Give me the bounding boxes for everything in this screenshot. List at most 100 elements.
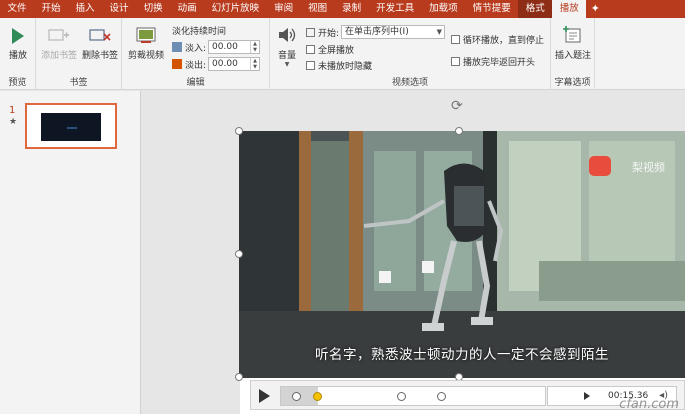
hide-label: 未播放时隐藏 bbox=[318, 62, 373, 72]
play-icon bbox=[12, 28, 24, 44]
fade-in-value: 00.00 bbox=[212, 42, 238, 52]
loop-label: 循环播放，直到停止 bbox=[463, 36, 545, 46]
loop-row[interactable]: 循环播放，直到停止 bbox=[451, 33, 544, 46]
group-bookmarks: 添加书签 删除书签 书签 bbox=[36, 18, 122, 90]
tab-addins[interactable]: 加载项 bbox=[422, 0, 466, 18]
group-label-preview: 预览 bbox=[8, 78, 27, 88]
timeline-bookmark[interactable] bbox=[313, 392, 322, 401]
fade-duration-title: 淡化持续时间 bbox=[172, 27, 227, 37]
play-button[interactable]: 播放 bbox=[3, 26, 33, 61]
group-label-editing: 编辑 bbox=[186, 78, 205, 88]
video-scene bbox=[239, 131, 685, 378]
start-select[interactable]: 在单击序列中(I) ▼ bbox=[341, 25, 446, 39]
group-label-captions: 字幕选项 bbox=[554, 78, 591, 88]
fade-out-label: 淡出: bbox=[185, 60, 207, 71]
trim-video-label: 剪裁视频 bbox=[127, 51, 164, 61]
start-label: 开始: bbox=[318, 28, 340, 39]
start-row: 开始: 在单击序列中(I) ▼ bbox=[306, 25, 446, 39]
video-logo-text: 梨视频 bbox=[632, 161, 665, 174]
step-forward-icon[interactable] bbox=[584, 392, 590, 400]
resize-handle-top[interactable] bbox=[455, 127, 463, 135]
tab-file[interactable]: 文件 bbox=[0, 0, 34, 18]
group-captions: 插入题注 字幕选项 bbox=[551, 18, 595, 90]
timeline-bookmark[interactable] bbox=[292, 392, 301, 401]
fade-in-spinner-icon[interactable]: ▲ ▼ bbox=[250, 41, 259, 53]
remove-bookmark-label: 删除书签 bbox=[81, 51, 118, 61]
slide-thumbnail[interactable] bbox=[25, 103, 117, 149]
player-play-icon[interactable] bbox=[259, 389, 270, 403]
start-icon bbox=[306, 27, 315, 37]
fade-in-input[interactable]: 00.00 ▲ ▼ bbox=[208, 40, 261, 54]
tab-insert[interactable]: 插入 bbox=[68, 0, 102, 18]
tab-developer[interactable]: 开发工具 bbox=[369, 0, 422, 18]
tab-playback[interactable]: 播放 bbox=[552, 0, 587, 18]
play-button-label: 播放 bbox=[8, 51, 27, 61]
tab-home[interactable]: 开始 bbox=[34, 0, 68, 18]
slide-thumbnail-video bbox=[41, 113, 101, 141]
tab-slideshow[interactable]: 幻灯片放映 bbox=[204, 0, 267, 18]
slides-pane: 1 ★ bbox=[0, 91, 141, 414]
volume-button[interactable]: 音量 ▼ bbox=[272, 24, 302, 68]
trim-video-icon bbox=[136, 27, 156, 43]
group-video-options: 音量 ▼ 开始: 在单击序列中(I) ▼ 全屏播放 未播放时隐藏 循环播放，直到… bbox=[270, 18, 551, 90]
hide-row[interactable]: 未播放时隐藏 bbox=[306, 59, 372, 72]
tab-view[interactable]: 视图 bbox=[301, 0, 335, 18]
resize-handle-bottom-left[interactable] bbox=[235, 373, 243, 381]
add-bookmark-label: 添加书签 bbox=[40, 51, 77, 61]
add-bookmark-button[interactable]: 添加书签 bbox=[39, 26, 79, 61]
rewind-label: 播放完毕返回开头 bbox=[463, 58, 536, 68]
watermark: cfan.com bbox=[619, 397, 679, 412]
tab-review[interactable]: 审阅 bbox=[267, 0, 301, 18]
rewind-checkbox[interactable] bbox=[451, 57, 460, 66]
fade-out-input[interactable]: 00.00 ▲ ▼ bbox=[208, 57, 261, 71]
start-select-value: 在单击序列中(I) bbox=[345, 27, 409, 37]
group-label-bookmarks: 书签 bbox=[69, 78, 88, 88]
insert-caption-button[interactable]: 插入题注 bbox=[553, 24, 593, 61]
fade-in-row: 淡入: 00.00 ▲ ▼ bbox=[172, 40, 261, 54]
resize-handle-top-left[interactable] bbox=[235, 127, 243, 135]
fullscreen-row[interactable]: 全屏播放 bbox=[306, 43, 354, 56]
group-preview: 播放 预览 bbox=[0, 18, 36, 90]
video-frame[interactable]: 梨视频 听名字，熟悉波士顿动力的人一定不会感到陌生 bbox=[239, 131, 685, 378]
fade-in-label: 淡入: bbox=[185, 43, 207, 54]
tab-animations[interactable]: 动画 bbox=[170, 0, 204, 18]
group-editing: 剪裁视频 淡化持续时间 淡入: 00.00 ▲ ▼ 淡出: 00.00 ▲ ▼ 编辑 bbox=[122, 18, 270, 90]
tab-record[interactable]: 录制 bbox=[335, 0, 369, 18]
tab-design[interactable]: 设计 bbox=[102, 0, 136, 18]
insert-caption-label: 插入题注 bbox=[554, 51, 591, 61]
remove-bookmark-button[interactable]: 删除书签 bbox=[80, 26, 120, 61]
hide-checkbox[interactable] bbox=[306, 61, 315, 70]
group-label-video-options: 视频选项 bbox=[391, 78, 428, 88]
video-subtitle: 听名字，熟悉波士顿动力的人一定不会感到陌生 bbox=[315, 347, 609, 363]
volume-icon bbox=[279, 28, 296, 42]
fade-out-value: 00.00 bbox=[212, 59, 238, 69]
slide-number: 1 bbox=[9, 105, 16, 116]
tab-storyboard[interactable]: 情节提要 bbox=[465, 0, 518, 18]
timeline-bookmark[interactable] bbox=[437, 392, 446, 401]
fade-in-icon bbox=[172, 42, 182, 52]
remove-bookmark-icon bbox=[89, 29, 111, 41]
slide-animation-mark: ★ bbox=[9, 117, 18, 127]
volume-dropdown-icon: ▼ bbox=[284, 61, 290, 68]
tab-format[interactable]: 格式 bbox=[518, 0, 553, 18]
fade-out-spinner-icon[interactable]: ▲ ▼ bbox=[250, 58, 259, 70]
resize-handle-left[interactable] bbox=[235, 250, 243, 258]
timeline-bookmark[interactable] bbox=[397, 392, 406, 401]
fullscreen-label: 全屏播放 bbox=[318, 46, 355, 56]
player-timeline[interactable] bbox=[280, 386, 546, 406]
fullscreen-checkbox[interactable] bbox=[306, 45, 315, 54]
chevron-down-icon: ▼ bbox=[436, 28, 443, 36]
fade-out-icon bbox=[172, 59, 182, 69]
loop-checkbox[interactable] bbox=[451, 35, 460, 44]
fade-out-row: 淡出: 00.00 ▲ ▼ bbox=[172, 57, 261, 71]
add-bookmark-icon bbox=[48, 29, 69, 41]
trim-video-button[interactable]: 剪裁视频 bbox=[126, 24, 166, 61]
insert-caption-icon bbox=[563, 26, 581, 43]
rotate-handle-icon[interactable]: ⟳ bbox=[451, 98, 463, 114]
lightbulb-icon[interactable]: ✦ bbox=[586, 0, 604, 18]
volume-label: 音量 bbox=[277, 51, 296, 61]
rewind-row[interactable]: 播放完毕返回开头 bbox=[451, 55, 535, 68]
tab-transitions[interactable]: 切换 bbox=[136, 0, 170, 18]
ribbon-tab-bar: 文件 开始 插入 设计 切换 动画 幻灯片放映 审阅 视图 录制 开发工具 加载… bbox=[0, 0, 685, 18]
ribbon: 播放 预览 添加书签 删除书签 书签 剪裁视频 淡化持续时间 淡入: 00.00… bbox=[0, 18, 685, 90]
